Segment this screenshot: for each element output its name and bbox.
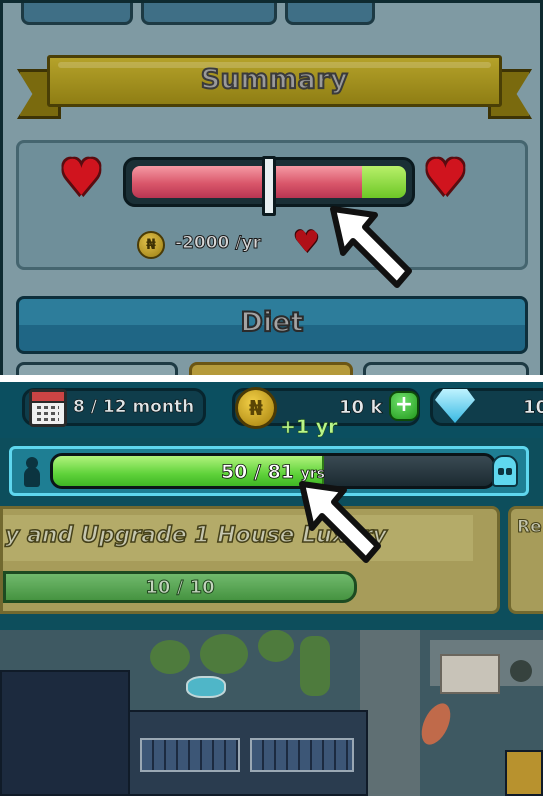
- lifespan-bar: 50 / 81 yrs: [50, 453, 496, 489]
- lifespan-panel: 50 / 81 yrs: [9, 446, 529, 496]
- diet-label: Diet: [240, 306, 305, 339]
- building: [0, 670, 130, 796]
- health-bar-marker: [262, 156, 276, 216]
- tab-center[interactable]: [141, 3, 277, 25]
- heart-icon: ♥: [59, 149, 104, 207]
- coin-icon: ₦: [137, 231, 165, 259]
- add-money-button[interactable]: +: [389, 391, 419, 421]
- game-hud-screen: 8 / 12 month ₦ 10 k + 10 +1 yr 50 / 81 y…: [0, 382, 543, 796]
- pool: [186, 676, 226, 698]
- quest-card[interactable]: y and Upgrade 1 House Luxury 10 / 10: [0, 506, 500, 614]
- diamond-icon: [435, 389, 475, 423]
- quest-progress-text: 10 / 10: [145, 577, 215, 599]
- yearly-cost: -2000 /yr: [175, 233, 262, 254]
- road: [360, 630, 420, 796]
- quest-title: y and Upgrade 1 House Luxury: [4, 522, 387, 549]
- tree: [300, 636, 330, 696]
- health-bar: [123, 156, 415, 216]
- solar-panel: [140, 738, 240, 772]
- gem-counter: 10: [430, 388, 543, 426]
- month-text: 8 / 12 month: [73, 397, 195, 418]
- diet-option-1[interactable]: [16, 362, 178, 375]
- divider: [0, 375, 543, 382]
- age-separator: /: [247, 461, 268, 484]
- sign-icon: [415, 698, 457, 750]
- city-map: [0, 630, 543, 796]
- banner-body: Summary: [47, 55, 502, 107]
- money-text: 10 k: [339, 397, 383, 419]
- tab-left[interactable]: [21, 3, 133, 25]
- age-unit: yrs: [300, 466, 326, 483]
- person-icon: [22, 457, 42, 487]
- summary-title: Summary: [200, 63, 349, 96]
- building: [505, 750, 543, 796]
- lamp-post: [510, 660, 532, 682]
- heart-icon: ♥: [293, 225, 320, 260]
- building: [440, 654, 500, 694]
- heart-icon: ♥: [423, 149, 468, 207]
- month-counter: 8 / 12 month: [22, 388, 206, 427]
- quest-title-strip: y and Upgrade 1 House Luxury: [3, 515, 473, 561]
- skull-icon: [492, 455, 518, 487]
- lifespan-text: 50 / 81 yrs: [53, 461, 493, 484]
- tree: [150, 640, 190, 674]
- health-bar-green-fill: [362, 166, 406, 198]
- side-quest-card[interactable]: Re: [508, 506, 543, 614]
- max-age: 81: [267, 461, 295, 484]
- diet-button[interactable]: Diet: [16, 296, 528, 354]
- health-summary-card: ♥ ♥ ₦ -2000 /yr ♥: [16, 140, 528, 270]
- calendar-icon: [29, 389, 67, 427]
- category-tabs: [3, 3, 540, 27]
- gem-text: 10: [523, 397, 543, 419]
- tree: [258, 630, 294, 662]
- health-bar-red-fill: [132, 166, 363, 198]
- side-quest-label: Re: [517, 517, 543, 538]
- quest-progress-bar: 10 / 10: [3, 571, 357, 603]
- age-increment-text: +1 yr: [280, 416, 338, 439]
- solar-panel: [250, 738, 354, 772]
- current-age: 50: [220, 461, 248, 484]
- diet-option-2[interactable]: [189, 362, 353, 375]
- summary-banner: Summary: [17, 55, 532, 125]
- coin-icon: ₦: [235, 387, 277, 429]
- tree: [200, 634, 248, 674]
- summary-screen: Summary ♥ ♥ ₦ -2000 /yr ♥ Diet: [0, 0, 543, 375]
- top-hud: 8 / 12 month ₦ 10 k + 10: [0, 382, 543, 438]
- diet-option-3[interactable]: [363, 362, 529, 375]
- tab-right[interactable]: [285, 3, 375, 25]
